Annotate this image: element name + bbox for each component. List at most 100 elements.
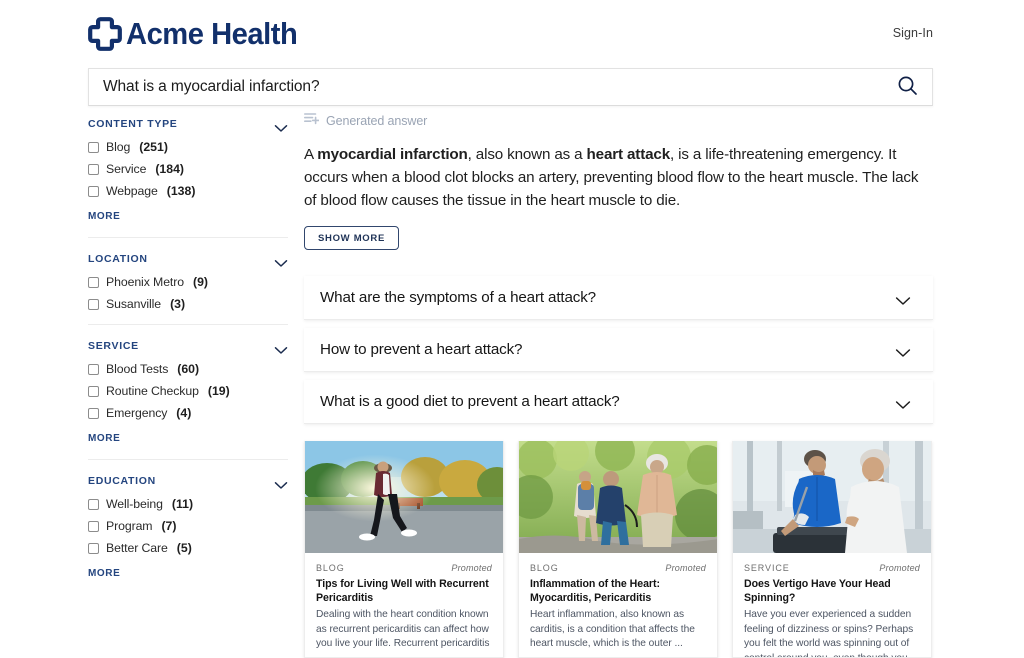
checkbox[interactable] [88,298,99,310]
search-input[interactable] [97,78,894,96]
accordion-item[interactable]: How to prevent a heart attack? [304,328,933,373]
facet-option[interactable]: Susanville (3) [88,297,288,311]
checkbox[interactable] [88,385,99,397]
checkbox[interactable] [88,185,99,197]
promoted-badge: Promoted [451,563,492,574]
facet-title: EDUCATION [88,475,156,487]
seniors-hiking-outdoors-photo [519,441,717,554]
search-bar[interactable] [88,68,933,106]
promoted-card-meta: SERVICE Promoted [744,563,920,573]
promoted-card-body: SERVICE Promoted Does Vertigo Have Your … [733,553,931,657]
facet-more-link[interactable]: MORE [88,568,120,579]
promoted-card-body: BLOG Promoted Tips for Living Well with … [305,553,503,657]
content-type-badge: BLOG [316,563,345,574]
facet-more-link[interactable]: MORE [88,433,120,444]
promoted-card-title[interactable]: Does Vertigo Have Your Head Spinning? [744,578,920,606]
facet-location: LOCATION Phoenix Metro (9) Susanville (3… [88,237,288,311]
facet-option[interactable]: Well-being (11) [88,497,288,511]
answer-bold-term: heart attack [586,146,671,163]
facet-header[interactable]: CONTENT TYPE [88,118,288,132]
facet-option-label: Better Care [106,541,168,555]
facet-option[interactable]: Service (184) [88,162,288,176]
checkbox[interactable] [88,141,99,153]
brand-logo[interactable]: Acme Health [88,15,308,51]
facet-option-count: (19) [207,384,230,398]
content-type-badge: SERVICE [744,563,790,574]
chevron-down-icon[interactable] [895,397,911,409]
answer-segment: A [304,146,318,163]
facet-option-label: Blood Tests [106,362,169,376]
facet-option-count: (11) [171,497,194,511]
facet-option[interactable]: Program (7) [88,519,288,533]
checkbox[interactable] [88,363,99,375]
facet-service: SERVICE Blood Tests (60) Routine Checkup… [88,324,288,446]
promoted-card-title[interactable]: Inflammation of the Heart: Myocarditis, … [530,578,706,606]
promoted-card-description: Dealing with the heart condition known a… [316,609,490,657]
content-type-badge: BLOG [530,563,559,574]
accordion-item[interactable]: What are the symptoms of a heart attack? [304,276,933,321]
checkbox[interactable] [88,276,99,288]
facet-education: EDUCATION Well-being (11) Program (7) Be… [88,459,288,581]
chevron-down-icon[interactable] [274,120,288,132]
chevron-down-icon[interactable] [274,342,288,354]
search-submit-button[interactable] [894,74,920,100]
checkbox[interactable] [88,407,99,419]
medical-cross-icon [88,17,122,51]
facet-option[interactable]: Emergency (4) [88,406,288,420]
promoted-card[interactable]: BLOG Promoted Inflammation of the Heart:… [518,441,718,658]
facet-title: CONTENT TYPE [88,118,178,130]
facet-option[interactable]: Phoenix Metro (9) [88,275,288,289]
facet-option[interactable]: Webpage (138) [88,184,288,198]
promoted-badge: Promoted [665,563,706,574]
promoted-card[interactable]: SERVICE Promoted Does Vertigo Have Your … [732,441,932,658]
search-results-page: Acme Health Sign-In CONTENT TYPE [0,0,1024,658]
promoted-card[interactable]: BLOG Promoted Tips for Living Well with … [304,441,504,658]
facet-option[interactable]: Blood Tests (60) [88,362,288,376]
facet-title: SERVICE [88,340,139,352]
chevron-down-icon[interactable] [895,345,911,357]
accordion-item[interactable]: What is a good diet to prevent a heart a… [304,380,933,425]
therapist-assisting-patient-on-treadmill-photo [733,441,931,554]
facet-option-label: Blog [106,140,131,154]
promoted-results-row: BLOG Promoted Tips for Living Well with … [304,441,933,658]
related-questions-accordion: What are the symptoms of a heart attack?… [304,276,933,425]
facet-option-count: (3) [170,297,186,311]
facet-option-label: Emergency [106,406,168,420]
facet-option-label: Service [106,162,147,176]
facet-more-link[interactable]: MORE [88,211,120,222]
promoted-badge: Promoted [879,563,920,574]
facet-option[interactable]: Better Care (5) [88,541,288,555]
facet-option-count: (7) [161,519,177,533]
accordion-question: What are the symptoms of a heart attack? [320,289,596,307]
brand-name: Acme Health [126,15,298,51]
promoted-card-description: Have you ever experienced a sudden feeli… [744,609,914,657]
facet-header[interactable]: LOCATION [88,253,288,267]
facet-sidebar: CONTENT TYPE Blog (251) Service (184) We… [88,112,288,581]
facet-option[interactable]: Blog (251) [88,140,288,154]
facet-content-type: CONTENT TYPE Blog (251) Service (184) We… [88,112,288,224]
checkbox[interactable] [88,498,99,510]
facet-option-label: Phoenix Metro [106,275,184,289]
facet-option-count: (184) [155,162,185,176]
promoted-card-meta: BLOG Promoted [530,563,706,573]
facet-option-count: (60) [177,362,200,376]
chevron-down-icon[interactable] [895,293,911,305]
facet-header[interactable]: SERVICE [88,340,288,354]
facet-option-count: (4) [176,406,192,420]
answer-segment: , also known as a [467,146,587,163]
facet-option-label: Webpage [106,184,158,198]
sign-in-link[interactable]: Sign-In [893,26,933,40]
chevron-down-icon[interactable] [274,477,288,489]
show-more-button[interactable]: SHOW MORE [304,226,399,251]
facet-title: LOCATION [88,253,148,265]
checkbox[interactable] [88,520,99,532]
chevron-down-icon[interactable] [274,255,288,267]
checkbox[interactable] [88,542,99,554]
facet-header[interactable]: EDUCATION [88,475,288,489]
generated-answer-badge: Generated answer [304,112,933,130]
promoted-card-title[interactable]: Tips for Living Well with Recurrent Peri… [316,578,492,606]
promoted-card-body: BLOG Promoted Inflammation of the Heart:… [519,553,717,657]
accordion-question: What is a good diet to prevent a heart a… [320,393,620,411]
facet-option[interactable]: Routine Checkup (19) [88,384,288,398]
checkbox[interactable] [88,163,99,175]
